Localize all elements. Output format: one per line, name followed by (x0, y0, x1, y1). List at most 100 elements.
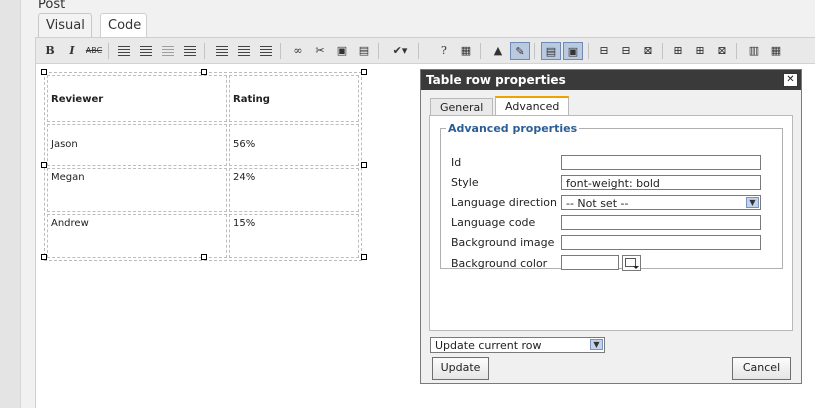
toolbar-separator (280, 43, 281, 59)
row-before-icon: ⊟ (599, 44, 609, 57)
resize-handle[interactable] (41, 162, 47, 168)
table-cell-icon: ▣ (567, 45, 579, 58)
table-row-properties-dialog: Table row properties ✕ General Advanced … (420, 69, 802, 384)
table-cell[interactable]: Megan (47, 168, 227, 212)
chevron-down-icon[interactable]: ▼ (590, 339, 603, 350)
tab-general[interactable]: General (430, 98, 494, 116)
id-field[interactable] (561, 155, 761, 170)
strikethrough-button[interactable]: ABC (84, 42, 104, 60)
table-row[interactable]: Jason 56% (47, 124, 359, 166)
toolbar-separator (378, 43, 379, 59)
spellcheck-button[interactable]: ✔▾ (386, 42, 414, 60)
toolbar-separator (662, 43, 663, 59)
table-cell[interactable]: Reviewer (47, 75, 227, 122)
col-before-button[interactable]: ⊞ (668, 42, 688, 60)
cancel-button[interactable]: Cancel (732, 357, 791, 380)
dialog-title[interactable]: Table row properties (421, 70, 801, 90)
tab-advanced[interactable]: Advanced (495, 96, 570, 116)
unlink-button[interactable]: ✂ (310, 42, 330, 60)
background-image-field[interactable] (561, 235, 761, 250)
style-field[interactable]: font-weight: bold (561, 175, 761, 190)
table-cell[interactable]: 56% (229, 124, 359, 166)
resize-handle[interactable] (361, 69, 367, 75)
post-label: Post (38, 0, 66, 12)
table-cell[interactable]: Andrew (47, 214, 227, 258)
admin-sidebar-strip (0, 0, 21, 408)
col-after-button[interactable]: ⊞ (690, 42, 710, 60)
merge-cells-button[interactable]: ▦ (766, 42, 786, 60)
row-scope-select[interactable]: Update current row ▼ (430, 337, 605, 353)
row-before-button[interactable]: ⊟ (594, 42, 614, 60)
indent-button[interactable] (180, 42, 200, 60)
resize-handle[interactable] (201, 254, 207, 260)
language-code-field[interactable] (561, 215, 761, 230)
help-button[interactable]: ? (434, 42, 454, 60)
table-row[interactable]: Reviewer Rating (47, 75, 359, 122)
keyboard-icon: ▦ (460, 44, 472, 57)
table-row[interactable]: Andrew 15% (47, 214, 359, 258)
spellcheck-icon: ✔▾ (392, 44, 408, 57)
table-row[interactable]: Megan 24% (47, 168, 359, 212)
close-icon[interactable]: ✕ (783, 73, 798, 87)
numbered-list-button[interactable] (136, 42, 156, 60)
table-cell[interactable]: Rating (229, 75, 359, 122)
update-button[interactable]: Update (432, 357, 489, 380)
table-icon: ▤ (545, 45, 557, 58)
insert-image-button[interactable]: ▣ (332, 42, 352, 60)
table-cell[interactable]: 15% (229, 214, 359, 258)
align-left-button[interactable] (212, 42, 232, 60)
chevron-down-icon[interactable]: ▼ (746, 197, 759, 208)
resize-handle[interactable] (201, 69, 207, 75)
bullet-list-button[interactable] (114, 42, 134, 60)
outdent-button[interactable] (158, 42, 178, 60)
tab-code[interactable]: Code (100, 13, 147, 38)
col-before-icon: ⊞ (673, 44, 683, 57)
align-right-button[interactable] (256, 42, 276, 60)
content-table[interactable]: Reviewer Rating Jason 56% Megan 24% Andr… (44, 72, 362, 261)
merge-cells-icon: ▦ (770, 44, 782, 57)
table-cell[interactable]: Jason (47, 124, 227, 166)
pencil-icon: ✎ (515, 45, 525, 58)
resize-handle[interactable] (41, 254, 47, 260)
outdent-icon (162, 46, 174, 56)
delete-col-button[interactable]: ⊠ (712, 42, 732, 60)
bold-button[interactable]: B (40, 42, 60, 60)
align-left-icon (216, 46, 228, 56)
delete-col-icon: ⊠ (717, 44, 727, 57)
link-button[interactable]: ∞ (288, 42, 308, 60)
indent-icon (184, 46, 196, 56)
kitchen-sink-button[interactable]: ▦ (456, 42, 476, 60)
row-scope-value: Update current row (435, 339, 542, 352)
page-break-icon: ▤ (358, 44, 370, 57)
table-button[interactable]: ▤ (541, 42, 561, 60)
split-cells-button[interactable]: ▥ (744, 42, 764, 60)
language-direction-label: Language direction (451, 196, 557, 209)
style-label: Style (451, 176, 479, 189)
chevron-down-icon (633, 266, 639, 269)
row-after-button[interactable]: ⊟ (616, 42, 636, 60)
page-break-button[interactable]: ▤ (354, 42, 374, 60)
italic-button[interactable]: I (62, 42, 82, 60)
tab-visual[interactable]: Visual (38, 13, 92, 38)
bullet-list-icon (118, 46, 130, 56)
toolbar-separator (204, 43, 205, 59)
resize-handle[interactable] (361, 254, 367, 260)
table-cell[interactable]: 24% (229, 168, 359, 212)
edit-html-button[interactable]: ✎ (510, 42, 530, 60)
toolbar-separator (418, 43, 419, 59)
align-center-button[interactable] (234, 42, 254, 60)
resize-handle[interactable] (41, 69, 47, 75)
color-picker-button[interactable] (622, 255, 641, 271)
unlink-icon: ✂ (315, 44, 325, 57)
background-color-field[interactable] (561, 255, 619, 270)
align-right-icon (260, 46, 272, 56)
background-image-label: Background image (451, 236, 555, 249)
table-cell-button[interactable]: ▣ (563, 42, 583, 60)
language-code-label: Language code (451, 216, 536, 229)
language-direction-select[interactable]: -- Not set -- ▼ (561, 195, 761, 210)
language-direction-value: -- Not set -- (566, 197, 629, 210)
g2-button[interactable]: ▲ (488, 42, 508, 60)
delete-row-button[interactable]: ⊠ (638, 42, 658, 60)
id-label: Id (451, 156, 462, 169)
resize-handle[interactable] (361, 162, 367, 168)
